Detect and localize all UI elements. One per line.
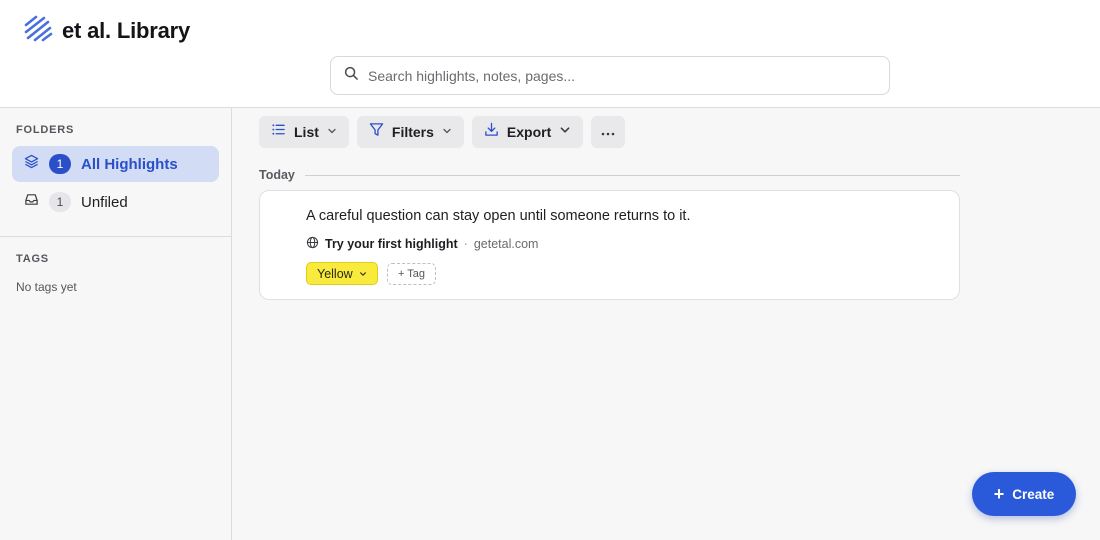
date-group-label: Today [259, 168, 295, 182]
highlight-source: Try your first highlight · getetal.com [306, 236, 538, 252]
export-label: Export [506, 124, 552, 140]
search-input[interactable] [368, 67, 868, 84]
folder-label: Unfiled [81, 193, 128, 211]
toolbar: List Filters Export [259, 116, 633, 148]
view-list-button[interactable]: List [259, 116, 349, 148]
chevron-down-icon [353, 267, 367, 281]
app-title: et al. Library [62, 18, 191, 43]
sidebar-divider [0, 236, 231, 237]
filter-icon [369, 122, 384, 142]
highlight-color-dropdown[interactable]: Yellow [306, 262, 378, 285]
folders-heading: FOLDERS [16, 124, 75, 136]
plus-icon: + [993, 484, 1005, 504]
filters-label: Filters [391, 124, 434, 140]
sidebar: FOLDERS 1 All Highlights 1 Unfiled TAGS … [0, 108, 232, 540]
folder-unfiled[interactable]: 1 Unfiled [12, 184, 219, 220]
highlight-color-label: Yellow [317, 266, 353, 281]
tags-empty-message: No tags yet [16, 280, 77, 294]
app-header: et al. Library [0, 0, 1100, 108]
create-button[interactable]: + Create [972, 472, 1076, 516]
view-list-label: List [294, 124, 319, 140]
source-domain: getetal.com [473, 237, 539, 251]
globe-icon [306, 236, 319, 252]
search-icon [344, 66, 359, 86]
source-title-link[interactable]: Try your first highlight [325, 237, 458, 251]
folder-label: All Highlights [81, 155, 178, 173]
brand[interactable]: et al. Library [23, 15, 191, 47]
chevron-down-icon [559, 123, 571, 141]
inbox-icon [24, 192, 39, 212]
export-button[interactable]: Export [471, 116, 584, 148]
folder-all-highlights[interactable]: 1 All Highlights [12, 146, 219, 182]
create-label: Create [1012, 486, 1055, 502]
chevron-down-icon [442, 123, 452, 141]
folder-count-badge: 1 [49, 154, 71, 174]
date-group-header: Today [259, 166, 960, 184]
search-bar[interactable] [330, 56, 890, 95]
tags-heading: TAGS [16, 253, 49, 265]
folder-count-badge: 1 [49, 192, 71, 212]
highlight-card[interactable]: A careful question can stay open until s… [259, 190, 960, 300]
logo-icon [23, 15, 53, 47]
ellipsis-icon [601, 123, 615, 141]
date-group-divider [304, 174, 960, 176]
filters-button[interactable]: Filters [356, 116, 464, 148]
add-tag-button[interactable]: + Tag [387, 263, 437, 285]
more-options-button[interactable] [591, 116, 626, 148]
chevron-down-icon [327, 123, 337, 141]
source-separator: · [463, 237, 468, 251]
layers-icon [24, 154, 39, 174]
download-icon [484, 122, 499, 142]
highlight-text: A careful question can stay open until s… [306, 208, 691, 224]
list-icon [271, 122, 286, 142]
